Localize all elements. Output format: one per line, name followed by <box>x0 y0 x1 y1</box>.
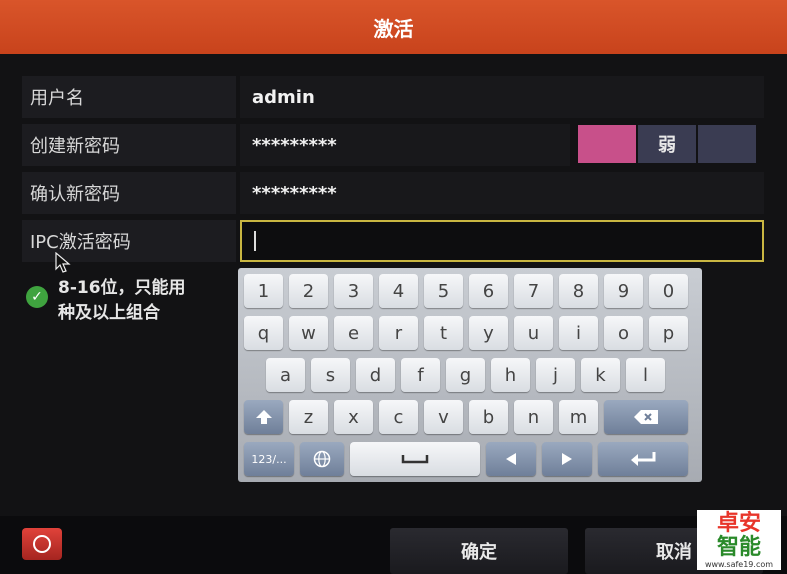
key[interactable]: u <box>514 316 553 350</box>
confirm-password-row: 确认新密码 ********* <box>22 172 764 214</box>
password-strength-mid: 弱 <box>638 125 696 163</box>
power-icon <box>33 535 51 553</box>
password-strength-weak <box>578 125 636 163</box>
key[interactable]: m <box>559 400 598 434</box>
arrow-right-icon <box>562 453 572 465</box>
key[interactable]: r <box>379 316 418 350</box>
key[interactable]: k <box>581 358 620 392</box>
key[interactable]: 8 <box>559 274 598 308</box>
ipc-password-field[interactable] <box>240 220 764 262</box>
hint-text: 8-16位，只能用 <box>58 278 186 298</box>
key[interactable]: 3 <box>334 274 373 308</box>
language-key[interactable] <box>300 442 344 476</box>
backspace-key[interactable] <box>604 400 688 434</box>
watermark-line1: 卓安 <box>716 511 761 536</box>
text-cursor <box>254 231 256 251</box>
key[interactable]: y <box>469 316 508 350</box>
keyboard-row-bottom: 123/... <box>244 442 688 476</box>
key[interactable]: 9 <box>604 274 643 308</box>
username-field[interactable]: admin <box>240 76 764 118</box>
key[interactable]: 6 <box>469 274 508 308</box>
key[interactable]: t <box>424 316 463 350</box>
hint-text-line2: 种及以上组合 <box>58 303 160 323</box>
globe-icon <box>313 450 331 468</box>
dialog-title: 激活 <box>0 0 787 54</box>
backspace-icon <box>634 410 658 424</box>
username-label: 用户名 <box>22 76 236 118</box>
left-arrow-key[interactable] <box>486 442 536 476</box>
key[interactable]: v <box>424 400 463 434</box>
key[interactable]: d <box>356 358 395 392</box>
key[interactable]: a <box>266 358 305 392</box>
confirm-password-label: 确认新密码 <box>22 172 236 214</box>
key[interactable]: b <box>469 400 508 434</box>
space-icon <box>401 455 429 464</box>
keyboard-row-zxcv: z x c v b n m <box>244 400 688 434</box>
password-strength-strong <box>698 125 756 163</box>
symbols-key[interactable]: 123/... <box>244 442 294 476</box>
keyboard-row-digits: 1 2 3 4 5 6 7 8 9 0 <box>244 274 688 308</box>
shift-key[interactable] <box>244 400 283 434</box>
key[interactable]: 4 <box>379 274 418 308</box>
arrow-left-icon <box>506 453 516 465</box>
key[interactable]: n <box>514 400 553 434</box>
key[interactable]: e <box>334 316 373 350</box>
right-arrow-key[interactable] <box>542 442 592 476</box>
shutdown-button[interactable] <box>22 528 62 560</box>
new-password-label: 创建新密码 <box>22 124 236 166</box>
key[interactable]: 0 <box>649 274 688 308</box>
check-icon: ✓ <box>26 286 48 308</box>
key[interactable]: s <box>311 358 350 392</box>
key[interactable]: q <box>244 316 283 350</box>
keyboard-row-qwerty: q w e r t y u i o p <box>244 316 688 350</box>
on-screen-keyboard: 1 2 3 4 5 6 7 8 9 0 q w e r t y u i o p … <box>238 268 702 482</box>
enter-key[interactable] <box>598 442 688 476</box>
key[interactable]: o <box>604 316 643 350</box>
watermark-line2: 智能 <box>716 535 761 560</box>
key[interactable]: f <box>401 358 440 392</box>
key[interactable]: x <box>334 400 373 434</box>
key[interactable]: 7 <box>514 274 553 308</box>
confirm-password-field[interactable]: ********* <box>240 172 764 214</box>
ipc-password-row: IPC激活密码 <box>22 220 764 262</box>
ok-button[interactable]: 确定 <box>390 528 568 574</box>
key[interactable]: w <box>289 316 328 350</box>
key[interactable]: h <box>491 358 530 392</box>
key[interactable]: i <box>559 316 598 350</box>
enter-icon <box>631 452 656 466</box>
keyboard-row-asdf: a s d f g h j k l <box>266 358 665 392</box>
new-password-field[interactable]: ********* <box>240 124 570 166</box>
key[interactable]: 5 <box>424 274 463 308</box>
key[interactable]: p <box>649 316 688 350</box>
mouse-pointer-icon <box>55 252 71 273</box>
key[interactable]: 2 <box>289 274 328 308</box>
shift-icon <box>255 410 272 424</box>
key[interactable]: z <box>289 400 328 434</box>
key[interactable]: 1 <box>244 274 283 308</box>
watermark-url: www.safe19.com <box>704 560 774 569</box>
key[interactable]: c <box>379 400 418 434</box>
space-key[interactable] <box>350 442 480 476</box>
key[interactable]: j <box>536 358 575 392</box>
watermark-logo: 卓安 智能 www.safe19.com <box>697 510 781 570</box>
key[interactable]: g <box>446 358 485 392</box>
username-row: 用户名 admin <box>22 76 764 118</box>
key[interactable]: l <box>626 358 665 392</box>
